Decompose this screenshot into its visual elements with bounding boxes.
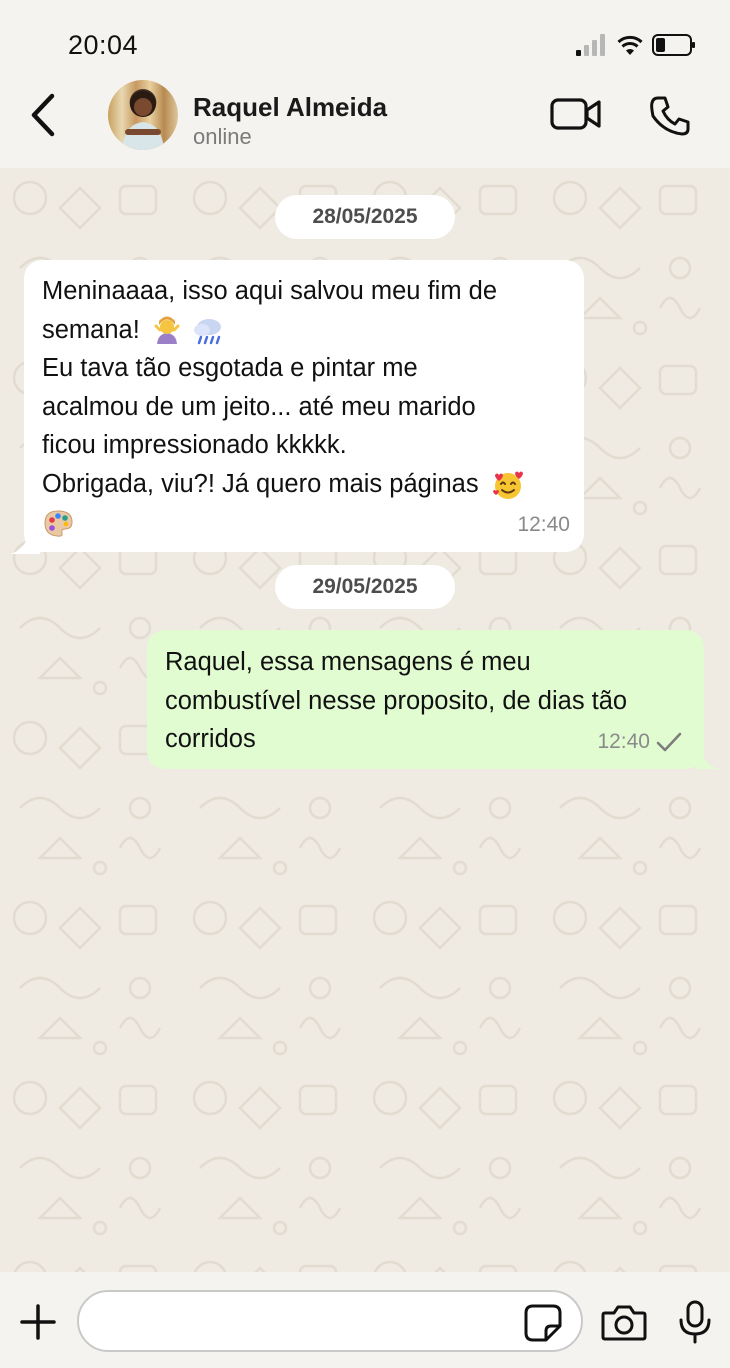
status-bar: 20:04 <box>0 0 730 78</box>
camera-icon[interactable] <box>601 1304 647 1342</box>
avatar[interactable] <box>108 80 178 150</box>
sticker-icon[interactable] <box>524 1304 562 1342</box>
microphone-icon[interactable] <box>676 1300 714 1344</box>
date-divider: 29/05/2025 <box>275 565 455 609</box>
signal-icon <box>576 34 605 56</box>
video-call-icon[interactable] <box>550 94 602 134</box>
artist-palette-emoji-icon <box>44 510 73 537</box>
wifi-icon <box>617 35 643 55</box>
status-time: 20:04 <box>68 30 139 60</box>
contact-name[interactable]: Raquel Almeida <box>193 92 387 123</box>
message-text: Eu tava tão esgotada e pintar me <box>42 354 418 382</box>
date-divider: 28/05/2025 <box>275 195 455 239</box>
message-time: 12:40 <box>597 729 650 753</box>
message-line-with-emojis: semana! <box>42 311 566 350</box>
chevron-left-icon[interactable] <box>26 92 62 138</box>
sent-check-icon <box>656 732 682 752</box>
message-text: ficou impressionado kkkkk. <box>42 431 347 459</box>
message-text: combustível nesse proposito, de dias tão <box>165 686 628 715</box>
chat-header: Raquel Almeida online <box>0 78 730 168</box>
outgoing-message[interactable]: Raquel, essa mensagens é meu combustível… <box>147 630 704 769</box>
message-meta: 12:40 <box>597 723 682 762</box>
message-text: acalmou de um jeito... até meu marido <box>42 392 476 421</box>
contact-status: online <box>193 124 252 149</box>
message-text: Obrigada, viu?! Já quero mais páginas <box>42 469 479 498</box>
message-time: 12:40 <box>517 512 570 536</box>
message-text: semana! <box>42 315 140 344</box>
smiling-face-with-hearts-emoji-icon <box>492 471 523 499</box>
message-line-with-emoji: Obrigada, viu?! Já quero mais páginas <box>42 465 566 504</box>
woman-gesturing-emoji-icon <box>154 316 180 344</box>
chat-area[interactable]: 28/05/2025 Meninaaaa, isso aqui salvou m… <box>0 168 730 1272</box>
incoming-message[interactable]: Meninaaaa, isso aqui salvou meu fim de s… <box>24 260 584 552</box>
input-bar <box>0 1272 730 1368</box>
message-line-emoji-only <box>42 503 566 542</box>
status-icons <box>576 30 696 56</box>
message-text: Raquel, essa mensagens é meu <box>165 648 531 676</box>
rain-cloud-emoji-icon <box>194 318 221 345</box>
plus-icon[interactable] <box>20 1304 56 1340</box>
message-input[interactable] <box>77 1290 583 1352</box>
avatar-person-icon <box>122 91 164 150</box>
message-text: Meninaaaa, isso aqui salvou meu fim de <box>42 277 498 305</box>
battery-icon <box>652 34 695 56</box>
phone-icon[interactable] <box>648 94 692 138</box>
